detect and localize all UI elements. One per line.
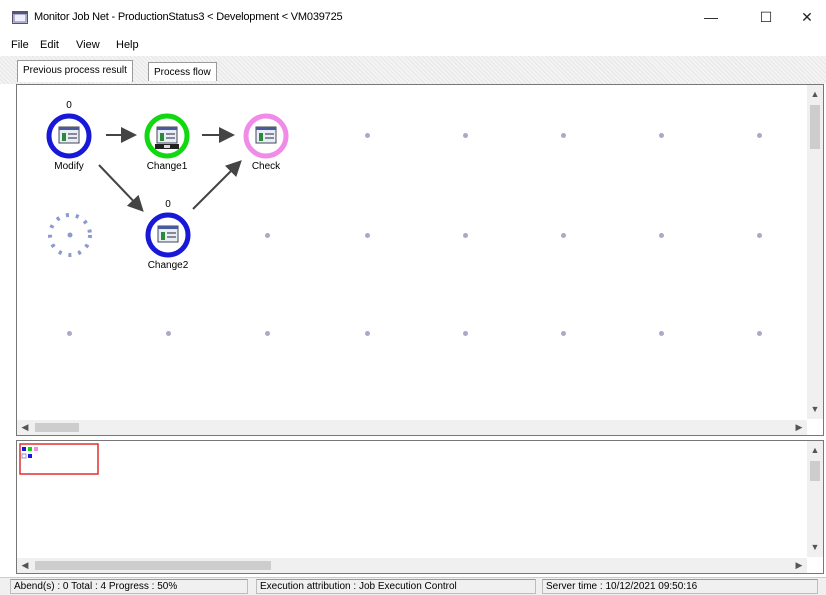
- scroll-thumb[interactable]: [810, 105, 820, 149]
- canvas-horizontal-scrollbar[interactable]: ◀ ▶: [17, 420, 807, 435]
- menu-file[interactable]: File: [11, 39, 29, 51]
- menu-help[interactable]: Help: [116, 39, 139, 51]
- scroll-down-icon[interactable]: ▼: [807, 540, 823, 555]
- title-bar: Monitor Job Net - ProductionStatus3 < De…: [0, 0, 826, 34]
- menu-edit[interactable]: Edit: [40, 39, 59, 51]
- flow-arrows: [98, 127, 242, 212]
- job-window-icon: [46, 113, 92, 159]
- overview-viewport[interactable]: [19, 443, 101, 477]
- scroll-right-icon[interactable]: ▶: [791, 558, 807, 573]
- menu-view[interactable]: View: [76, 39, 100, 51]
- flow-canvas[interactable]: 0 Modify Change1 Check 0 Change2 ▲ ▼ ◀ ▶: [16, 84, 824, 436]
- node-label: Change1: [146, 161, 188, 172]
- status-progress: Abend(s) : 0 Total : 4 Progress : 50%: [10, 579, 248, 594]
- scroll-right-icon[interactable]: ▶: [791, 420, 807, 435]
- window-title: Monitor Job Net - ProductionStatus3 < De…: [34, 11, 343, 23]
- scroll-up-icon[interactable]: ▲: [807, 443, 823, 458]
- tab-process-flow[interactable]: Process flow: [148, 62, 217, 81]
- close-icon: ✕: [801, 8, 813, 25]
- menu-bar: File Edit View Help: [0, 34, 826, 56]
- status-execution-attribution: Execution attribution : Job Execution Co…: [256, 579, 536, 594]
- scroll-down-icon[interactable]: ▼: [807, 402, 823, 417]
- job-window-icon: [243, 113, 289, 159]
- scroll-thumb[interactable]: [810, 461, 820, 481]
- minimize-icon: —: [704, 9, 718, 25]
- status-bar: Abend(s) : 0 Total : 4 Progress : 50% Ex…: [0, 577, 826, 595]
- scroll-left-icon[interactable]: ◀: [17, 558, 33, 573]
- scroll-thumb[interactable]: [35, 561, 271, 570]
- overview-pane[interactable]: ▲ ▼ ◀ ▶: [16, 440, 824, 574]
- job-window-icon: [144, 113, 190, 159]
- tab-strip: Previous process result Process flow: [0, 56, 826, 84]
- node-label: Check: [251, 161, 281, 172]
- overview-vertical-scrollbar[interactable]: ▲ ▼: [807, 441, 823, 557]
- scroll-left-icon[interactable]: ◀: [17, 420, 33, 435]
- maximize-button[interactable]: ☐: [743, 0, 789, 34]
- minimize-button[interactable]: —: [688, 0, 734, 34]
- scroll-thumb[interactable]: [35, 423, 79, 432]
- maximize-icon: ☐: [759, 8, 773, 25]
- monitor-app-icon: [12, 11, 28, 24]
- status-server-time: Server time : 10/12/2021 09:50:16: [542, 579, 818, 594]
- node-count: 0: [66, 100, 72, 111]
- overview-horizontal-scrollbar[interactable]: ◀ ▶: [17, 558, 807, 573]
- canvas-vertical-scrollbar[interactable]: ▲ ▼: [807, 85, 823, 419]
- tab-previous-process-result[interactable]: Previous process result: [17, 60, 133, 82]
- job-window-icon: [145, 212, 191, 258]
- close-button[interactable]: ✕: [784, 0, 826, 34]
- empty-slot-icon: [48, 213, 92, 257]
- node-label: Modify: [54, 161, 84, 172]
- scroll-up-icon[interactable]: ▲: [807, 87, 823, 102]
- node-count: 0: [165, 199, 171, 210]
- node-label: Change2: [147, 260, 189, 271]
